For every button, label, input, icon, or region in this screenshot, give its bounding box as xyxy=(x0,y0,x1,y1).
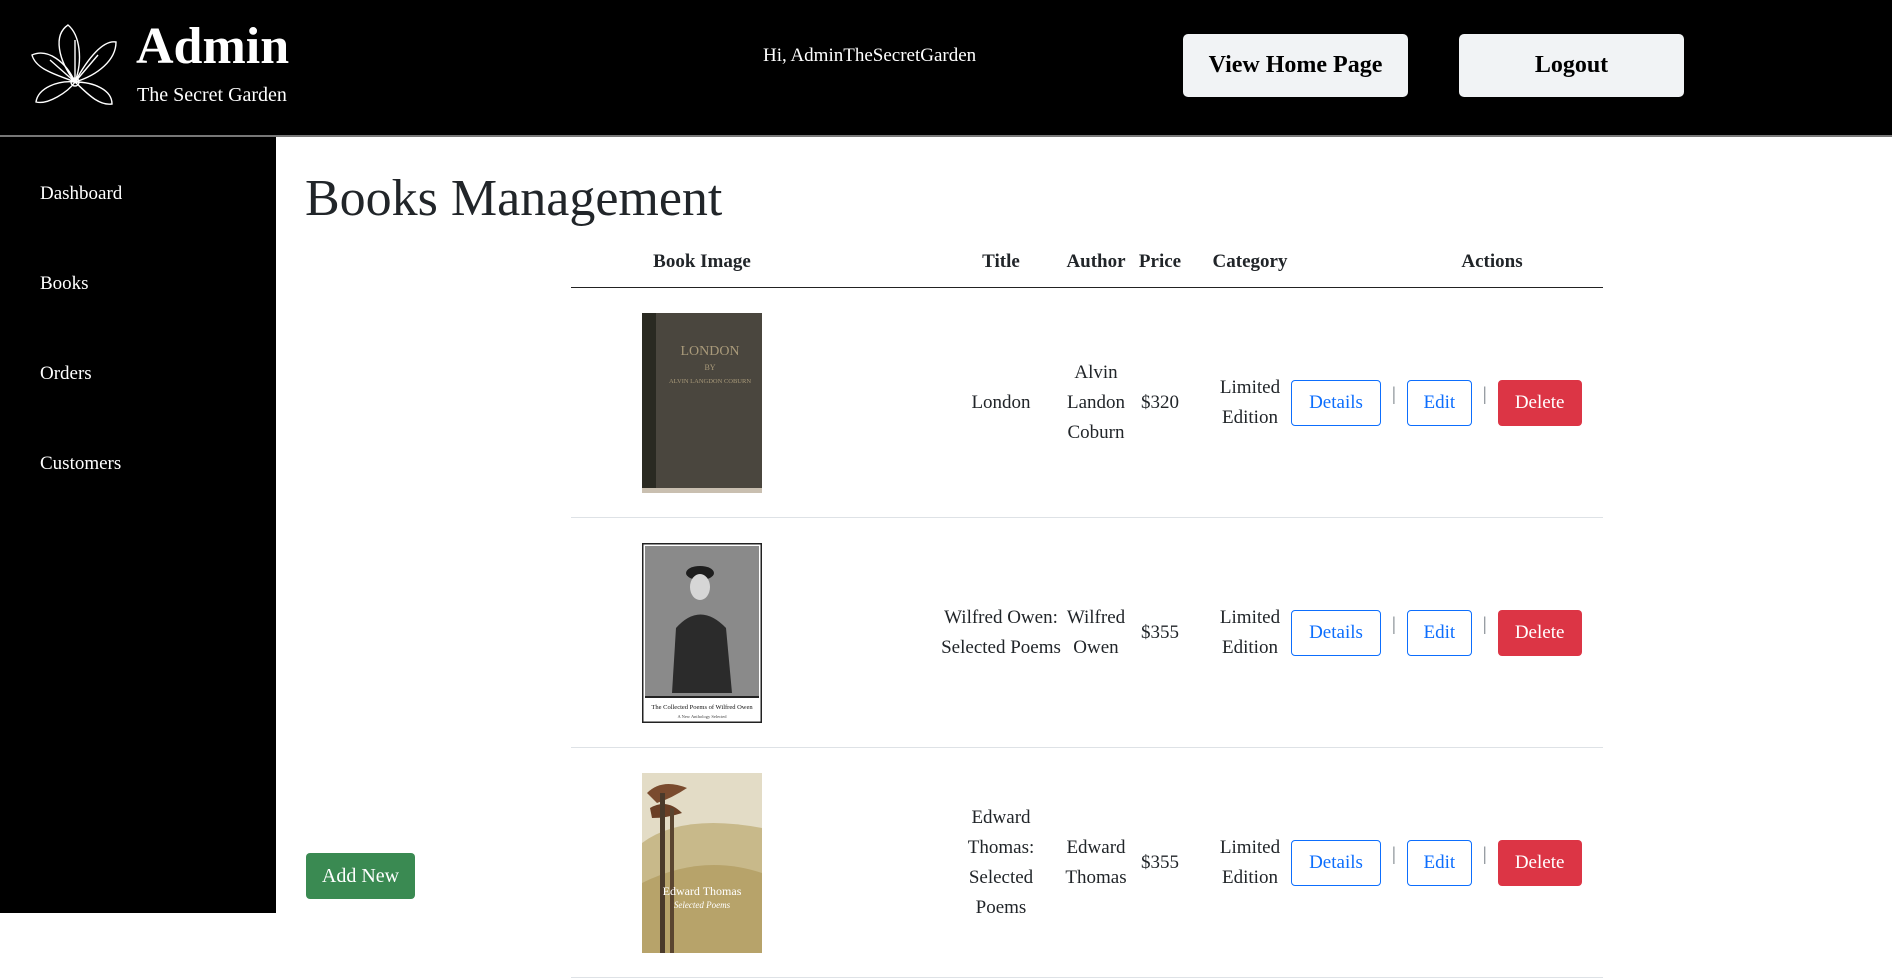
column-header-actions: Actions xyxy=(1461,251,1523,272)
svg-text:A New Anthology Selected: A New Anthology Selected xyxy=(677,714,727,719)
delete-button[interactable]: Delete xyxy=(1497,840,1582,886)
sidebar-item-customers[interactable]: Customers xyxy=(40,452,121,476)
column-header-book-image: Book Image xyxy=(653,251,751,272)
sidebar: Dashboard Books Orders Customers xyxy=(0,137,276,913)
edit-button[interactable]: Edit xyxy=(1406,380,1472,426)
add-new-button[interactable]: Add New xyxy=(306,853,415,899)
row-actions: Details | Edit | Delete xyxy=(1291,380,1582,426)
sidebar-item-books[interactable]: Books xyxy=(40,272,89,296)
book-image-cell: The Collected Poems of Wilfred Owen A Ne… xyxy=(571,518,833,747)
svg-text:Selected Poems: Selected Poems xyxy=(674,900,731,910)
action-separator: | xyxy=(1482,844,1487,865)
details-button[interactable]: Details xyxy=(1291,380,1381,426)
svg-text:The Collected Poems of Wilfred: The Collected Poems of Wilfred Owen xyxy=(651,704,753,711)
sidebar-item-dashboard[interactable]: Dashboard xyxy=(40,182,122,206)
book-cover-image[interactable]: Edward Thomas Selected Poems xyxy=(642,772,762,953)
book-cover-image[interactable]: The Collected Poems of Wilfred Owen A Ne… xyxy=(642,542,762,723)
details-button[interactable]: Details xyxy=(1291,610,1381,656)
action-separator: | xyxy=(1392,384,1396,405)
details-button[interactable]: Details xyxy=(1291,840,1381,886)
book-image-cell: LONDON BY ALVIN LANGDON COBURN xyxy=(571,288,833,517)
delete-button[interactable]: Delete xyxy=(1497,380,1582,426)
flower-logo-icon xyxy=(31,24,117,105)
row-actions: Details | Edit | Delete xyxy=(1291,610,1582,656)
edit-button[interactable]: Edit xyxy=(1406,840,1472,886)
page-title: Books Management xyxy=(305,170,723,227)
delete-button[interactable]: Delete xyxy=(1497,610,1582,656)
svg-text:ALVIN LANGDON COBURN: ALVIN LANGDON COBURN xyxy=(669,378,751,385)
table-row: Edward Thomas Selected Poems Edward Thom… xyxy=(571,748,1603,978)
table-header: Book Image Title Author Price Category A… xyxy=(571,247,1603,288)
svg-text:Edward Thomas: Edward Thomas xyxy=(663,884,742,898)
book-cover-image[interactable]: LONDON BY ALVIN LANGDON COBURN xyxy=(642,312,762,493)
row-actions: Details | Edit | Delete xyxy=(1291,840,1582,886)
edit-button[interactable]: Edit xyxy=(1406,610,1472,656)
svg-text:BY: BY xyxy=(704,363,715,372)
action-separator: | xyxy=(1482,384,1487,405)
action-separator: | xyxy=(1392,844,1396,865)
header-divider xyxy=(0,135,1892,137)
column-header-category: Category xyxy=(1212,251,1288,272)
action-separator: | xyxy=(1482,614,1487,635)
user-greeting: Hi, AdminTheSecretGarden xyxy=(763,45,977,66)
table-row: The Collected Poems of Wilfred Owen A Ne… xyxy=(571,518,1603,748)
brand-subtitle: The Secret Garden xyxy=(137,84,287,106)
view-home-page-button[interactable]: View Home Page xyxy=(1183,34,1408,97)
brand-title: Admin xyxy=(136,18,290,75)
action-separator: | xyxy=(1392,614,1396,635)
books-table: Book Image Title Author Price Category A… xyxy=(571,247,1603,978)
sidebar-item-orders[interactable]: Orders xyxy=(40,362,92,386)
top-header: Admin The Secret Garden Hi, AdminTheSecr… xyxy=(0,0,1892,135)
table-row: LONDON BY ALVIN LANGDON COBURN London Al… xyxy=(571,288,1603,518)
logout-button[interactable]: Logout xyxy=(1459,34,1684,97)
svg-text:LONDON: LONDON xyxy=(680,344,739,359)
book-image-cell: Edward Thomas Selected Poems xyxy=(571,748,833,977)
